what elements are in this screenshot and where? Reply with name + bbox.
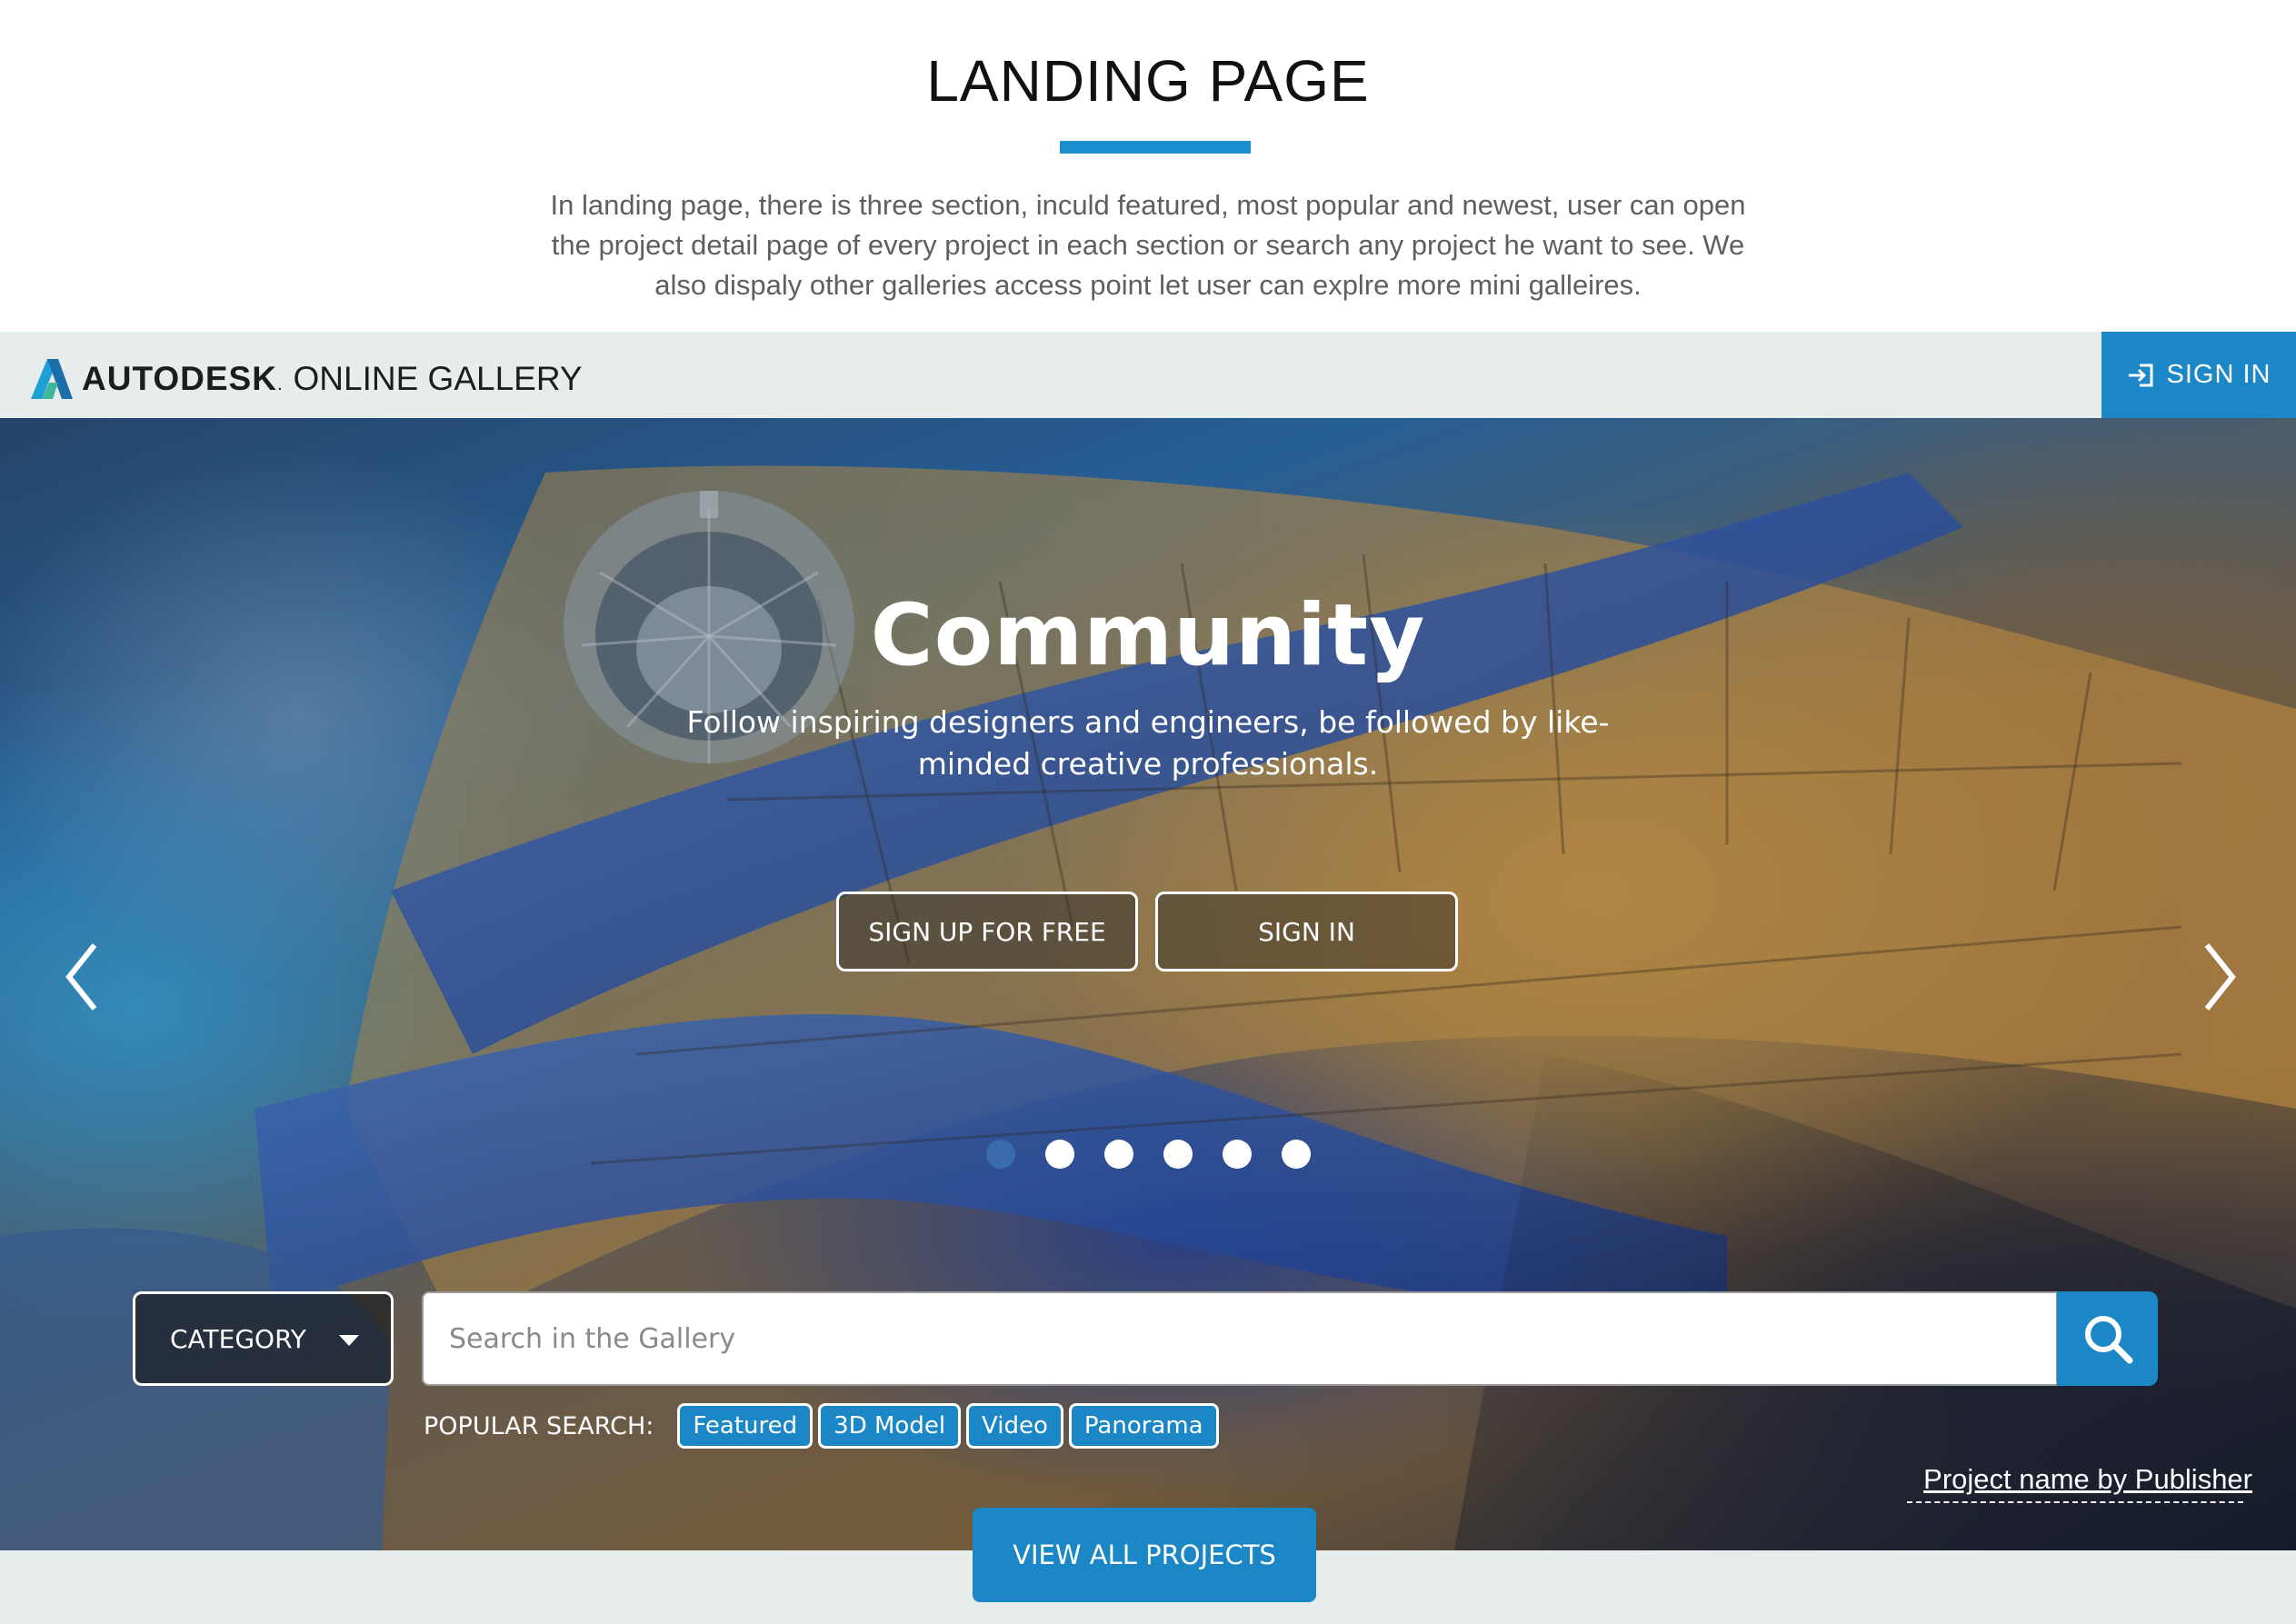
view-all-projects-button[interactable]: VIEW ALL PROJECTS: [973, 1508, 1316, 1602]
popular-tag-video[interactable]: Video: [966, 1403, 1063, 1449]
search-input[interactable]: [424, 1293, 2056, 1384]
carousel-pagination: [0, 1140, 2296, 1169]
chevron-right-icon[interactable]: [2192, 936, 2247, 1018]
header-sign-in-label: SIGN IN: [2166, 360, 2271, 389]
carousel-dot[interactable]: [1044, 1140, 1074, 1169]
credit-divider: [1907, 1501, 2243, 1503]
header-sign-in-button[interactable]: SIGN IN: [2101, 332, 2296, 418]
page-title: LANDING PAGE: [926, 48, 1370, 114]
carousel-dot[interactable]: [1163, 1140, 1193, 1169]
image-credit: Project name by Publisher: [1907, 1463, 2252, 1509]
carousel-dot[interactable]: [1103, 1140, 1133, 1169]
search-button[interactable]: [2057, 1291, 2158, 1386]
hero-subtitle: Follow inspiring designers and engineers…: [686, 704, 1610, 782]
intro-section: LANDING PAGE In landing page, there is t…: [0, 0, 2296, 332]
caret-down-icon: [339, 1335, 359, 1346]
popular-tag-panorama[interactable]: Panorama: [1068, 1403, 1219, 1449]
carousel-dot[interactable]: [1222, 1140, 1252, 1169]
autodesk-logo-icon[interactable]: [31, 359, 73, 399]
brand[interactable]: AUTODESK. ONLINE GALLERY: [82, 359, 583, 404]
title-underline: [1060, 141, 1251, 154]
carousel-dot[interactable]: [985, 1140, 1015, 1169]
top-nav: AUTODESK. ONLINE GALLERY SIGN IN: [0, 332, 2296, 418]
category-dropdown[interactable]: CATEGORY: [133, 1291, 394, 1386]
hero-carousel: Community Follow inspiring designers and…: [0, 418, 2296, 1550]
chevron-left-icon[interactable]: [55, 936, 109, 1018]
product-name: ONLINE GALLERY: [293, 360, 583, 397]
popular-tag-3d-model[interactable]: 3D Model: [818, 1403, 962, 1449]
image-credit-link[interactable]: Project name by Publisher: [1923, 1463, 2252, 1496]
brand-dot: .: [276, 374, 283, 394]
sign-in-icon: [2128, 364, 2153, 386]
popular-search-label: POPULAR SEARCH:: [424, 1411, 654, 1440]
search-icon: [2084, 1316, 2132, 1364]
popular-tag-featured[interactable]: Featured: [677, 1403, 814, 1449]
hero-title: Community: [870, 586, 1426, 685]
sign-up-button[interactable]: SIGN UP FOR FREE: [836, 892, 1138, 971]
carousel-dot[interactable]: [1281, 1140, 1311, 1169]
brand-name: AUTODESK: [82, 360, 277, 397]
popular-search: POPULAR SEARCH: Featured 3D Model Video …: [424, 1402, 1219, 1450]
page-description: In landing page, there is three section,…: [550, 189, 1746, 301]
hero-sign-in-button[interactable]: SIGN IN: [1155, 892, 1458, 971]
search-field[interactable]: [422, 1291, 2058, 1386]
category-label: CATEGORY: [170, 1323, 306, 1354]
